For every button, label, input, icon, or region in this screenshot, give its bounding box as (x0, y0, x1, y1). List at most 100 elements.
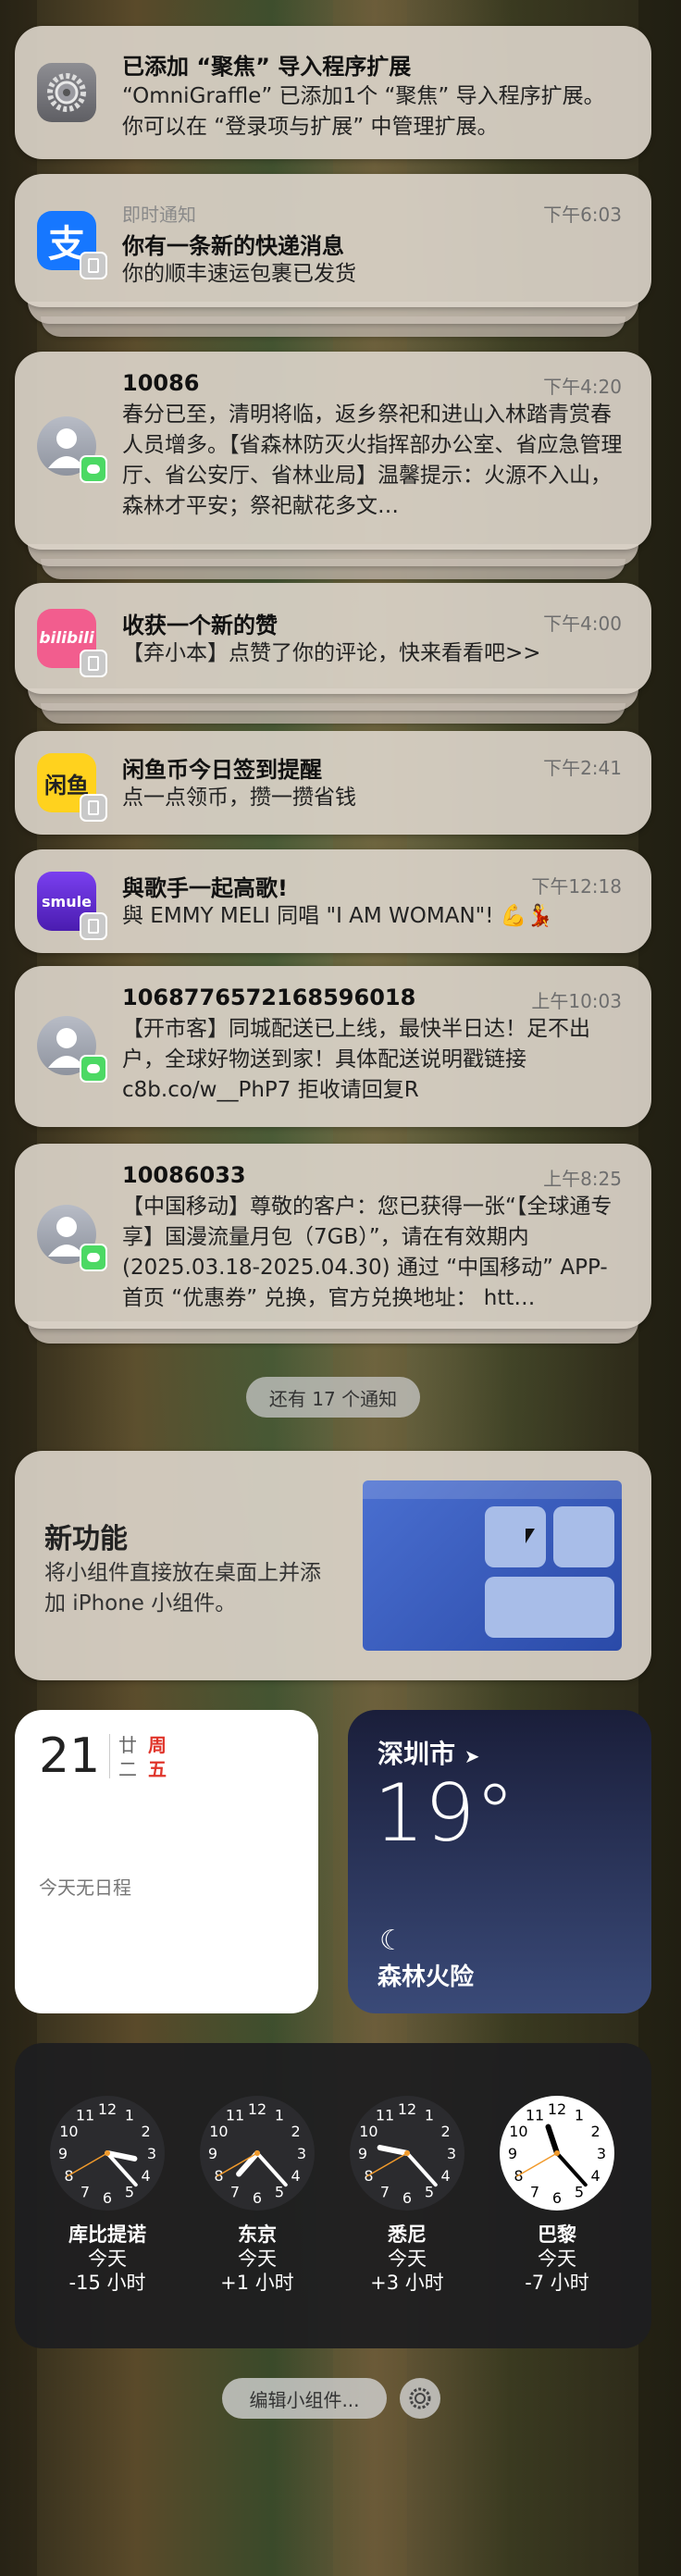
clock-numeral: 2 (440, 2123, 450, 2140)
clock-numeral: 12 (398, 2100, 416, 2118)
notification-sms-china-mobile[interactable]: 10086033 上午8:25 【中国移动】尊敬的客户：您已获得一张“【全球通专… (15, 1144, 651, 1329)
weather-temperature: 19° (374, 1767, 515, 1860)
notification-title: 你有一条新的快递消息 (122, 233, 344, 259)
world-clock-3: 123456789101112巴黎今天-7 小时 (497, 2093, 617, 2324)
clock-numeral: 11 (76, 2106, 94, 2124)
gear-icon (37, 63, 96, 122)
clock-numeral: 12 (248, 2100, 266, 2118)
notification-alipay[interactable]: 支 即时通知 下午6:03 你有一条新的快递消息 你的顺丰速运包裹已发货 (15, 174, 651, 307)
clock-face: 123456789101112 (500, 2096, 614, 2211)
location-arrow-icon: ➤ (464, 1745, 480, 1767)
notification-body: 点一点领币，攒一攒省钱 (122, 786, 356, 810)
clock-numeral: 2 (590, 2123, 600, 2140)
clock-numeral: 3 (447, 2145, 456, 2162)
clock-numeral: 3 (297, 2145, 306, 2162)
clock-numeral: 10 (509, 2123, 527, 2140)
clock-numeral: 6 (552, 2189, 562, 2207)
clock-numeral: 7 (80, 2184, 90, 2201)
messages-icon (80, 1055, 107, 1083)
clock-numeral: 10 (359, 2123, 378, 2140)
more-notifications-button[interactable]: 还有 17 个通知 (246, 1377, 420, 1418)
clock-numeral: 1 (125, 2106, 134, 2124)
notification-smule[interactable]: smule 與歌手一起高歌! 下午12:18 與 EMMY MELI 同唱 "I… (15, 849, 651, 953)
edit-widgets-button[interactable]: 编辑小组件... (222, 2378, 387, 2419)
clock-numeral: 1 (575, 2106, 584, 2124)
clock-center (254, 2150, 260, 2156)
calendar-lunar-bottom: 二 (118, 1758, 137, 1780)
world-clock-1: 123456789101112东京今天+1 小时 (197, 2093, 317, 2324)
cursor-icon (526, 1529, 535, 1543)
notification-title: 10086033 (122, 1162, 246, 1188)
clock-face: 123456789101112 (200, 2096, 315, 2211)
clock-numeral: 10 (59, 2123, 78, 2140)
notification-xianyu[interactable]: 闲鱼 闲鱼币今日签到提醒 下午2:41 点一点领币，攒一攒省钱 (15, 731, 651, 835)
clock-city: 库比提诺 (68, 2223, 146, 2246)
clock-center (105, 2150, 110, 2156)
new-feature-card[interactable]: 新功能 将小组件直接放在桌面上并添加 iPhone 小组件。 (15, 1451, 651, 1680)
weather-city: 深圳市 ➤ (378, 1734, 480, 1771)
notification-time: 下午6:03 (543, 204, 622, 226)
calendar-divider (109, 1734, 110, 1778)
world-clock-widget[interactable]: 123456789101112库比提诺今天-15 小时1234567891011… (15, 2043, 651, 2348)
widget-preview-image (363, 1480, 622, 1651)
calendar-widget[interactable]: 21 廿 二 周 五 今天无日程 (15, 1710, 318, 2013)
app-badge-icon (80, 252, 107, 279)
clock-numeral: 1 (425, 2106, 434, 2124)
calendar-day: 21 (39, 1728, 101, 1784)
app-badge-icon (80, 794, 107, 822)
clock-numeral: 3 (597, 2145, 606, 2162)
app-badge-icon (80, 912, 107, 940)
clock-numeral: 7 (530, 2184, 539, 2201)
clock-face: 123456789101112 (50, 2096, 165, 2211)
app-badge-icon (80, 650, 107, 677)
clock-face: 123456789101112 (350, 2096, 464, 2211)
clock-numeral: 4 (291, 2167, 300, 2185)
notification-body: 【开市客】同城配送已上线，最快半日达！足不出户，全球好物送到家！具体配送说明戳链… (122, 1017, 590, 1102)
clock-numeral: 7 (230, 2184, 240, 2201)
widget-settings-button[interactable] (400, 2378, 440, 2419)
notification-time: 上午8:25 (543, 1168, 622, 1190)
clock-numeral: 5 (575, 2184, 584, 2201)
weather-alert: 森林火险 (378, 1963, 475, 1991)
clock-numeral: 11 (226, 2106, 244, 2124)
notification-body: 【中国移动】尊敬的客户：您已获得一张“【全球通专享】国漫流量月包（7GB）”，请… (122, 1195, 613, 1310)
notification-title: 與歌手一起高歌! (122, 875, 288, 901)
notification-title: 10687765721685960​18 (122, 985, 416, 1010)
gear-icon (409, 2387, 431, 2409)
world-clock-0: 123456789101112库比提诺今天-15 小时 (47, 2093, 167, 2324)
clock-numeral: 6 (402, 2189, 412, 2207)
messages-icon (80, 1244, 107, 1271)
world-clock-2: 123456789101112悉尼今天+3 小时 (347, 2093, 467, 2324)
clock-numeral: 2 (141, 2123, 150, 2140)
notification-body: 春分已至，清明将临，返乡祭祀和进山入林踏青赏春人员增多。【省森林防灭火指挥部办公… (122, 402, 623, 518)
calendar-lunar-top: 廿 (118, 1734, 137, 1756)
clock-day: 今天 (538, 2248, 576, 2270)
clock-offset: +3 小时 (370, 2272, 444, 2294)
new-feature-title: 新功能 (44, 1523, 128, 1555)
clock-numeral: 12 (548, 2100, 566, 2118)
clock-numeral: 6 (253, 2189, 262, 2207)
clock-offset: +1 小时 (220, 2272, 294, 2294)
notification-sms-costco[interactable]: 10687765721685960​18 上午10:03 【开市客】同城配送已上… (15, 966, 651, 1127)
clock-numeral: 12 (98, 2100, 117, 2118)
clock-numeral: 10 (209, 2123, 228, 2140)
notification-bilibili[interactable]: bilibili 收获一个新的赞 下午4:00 【弃小本】点赞了你的评论，快来看… (15, 583, 651, 694)
new-feature-body: 将小组件直接放在桌面上并添加 iPhone 小组件。 (44, 1561, 321, 1616)
clock-numeral: 5 (275, 2184, 284, 2201)
clock-numeral: 11 (526, 2106, 544, 2124)
calendar-weekday-top: 周 (148, 1734, 167, 1756)
clock-numeral: 5 (425, 2184, 434, 2201)
notification-title: 已添加 “聚焦” 导入程序扩展 (122, 54, 412, 80)
notification-body: 你的顺丰速运包裹已发货 (122, 262, 356, 286)
notification-sms-10086[interactable]: 10086 下午4:20 春分已至，清明将临，返乡祭祀和进山入林踏青赏春人员增多… (15, 352, 651, 550)
clock-numeral: 4 (141, 2167, 150, 2185)
notification-time: 下午12:18 (531, 875, 622, 898)
clock-numeral: 6 (103, 2189, 112, 2207)
clock-offset: -7 小时 (525, 2272, 589, 2294)
notification-title: 10086 (122, 370, 200, 396)
clock-numeral: 4 (590, 2167, 600, 2185)
clock-numeral: 9 (508, 2145, 517, 2162)
notification-spotlight-extension[interactable]: 已添加 “聚焦” 导入程序扩展 “OmniGraffle” 已添加1个 “聚焦”… (15, 26, 651, 159)
clock-numeral: 1 (275, 2106, 284, 2124)
weather-widget[interactable]: 深圳市 ➤ 19° ☾ 森林火险 (348, 1710, 651, 2013)
